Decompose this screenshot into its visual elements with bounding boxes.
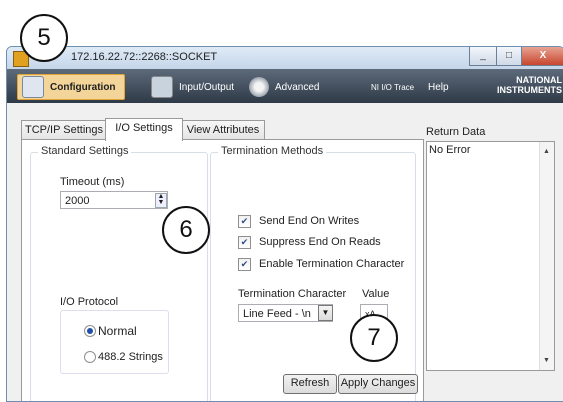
- radio-normal[interactable]: [84, 325, 96, 337]
- tab-view-attributes[interactable]: View Attributes: [181, 120, 265, 140]
- io-protocol-group: [60, 310, 169, 374]
- help-button[interactable]: Help: [428, 76, 449, 98]
- callout-6: 6: [162, 206, 210, 254]
- radio-488-strings[interactable]: [84, 351, 96, 363]
- ni-logo: NATIONAL INSTRUMENTS: [497, 75, 562, 95]
- scroll-down-icon[interactable]: ▼: [543, 357, 550, 364]
- ni-io-trace-label: NI I/O Trace: [371, 82, 415, 92]
- input-output-label: Input/Output: [179, 81, 235, 93]
- input-output-button[interactable]: Input/Output: [151, 76, 234, 98]
- callout-5: 5: [20, 14, 68, 62]
- advanced-label: Advanced: [275, 81, 320, 93]
- timeout-spinner[interactable]: ▲ ▼: [155, 193, 167, 208]
- termination-methods-title: Termination Methods: [218, 145, 327, 157]
- return-data-label: Return Data: [426, 126, 486, 138]
- enable-term-char-label: Enable Termination Character: [259, 258, 405, 270]
- advanced-button[interactable]: Advanced: [249, 76, 319, 98]
- return-data-box[interactable]: No Error ▲ ▼: [426, 141, 555, 371]
- return-data-value: No Error: [429, 144, 471, 156]
- monitor-icon: [151, 76, 173, 98]
- configuration-label: Configuration: [50, 81, 116, 93]
- toolbar: Configuration Input/Output Advanced NI I…: [7, 69, 563, 103]
- enable-term-char-checkbox[interactable]: ✔: [238, 258, 251, 271]
- help-label: Help: [428, 81, 449, 93]
- minimize-button[interactable]: _: [469, 47, 497, 66]
- callout-7: 7: [350, 314, 398, 362]
- send-end-label: Send End On Writes: [259, 215, 360, 227]
- title-bar: 172.16.22.72::2268::SOCKET _ □ X: [7, 47, 563, 69]
- tab-tcpip-settings[interactable]: TCP/IP Settings: [21, 120, 107, 140]
- refresh-button[interactable]: Refresh: [283, 374, 337, 394]
- tab-io-settings[interactable]: I/O Settings: [105, 118, 183, 141]
- ni-logo-line2: INSTRUMENTS: [497, 85, 562, 95]
- ni-io-trace-button[interactable]: NI I/O Trace: [371, 76, 414, 98]
- io-protocol-label: I/O Protocol: [60, 296, 119, 308]
- scroll-up-icon[interactable]: ▲: [543, 148, 550, 155]
- window-title: 172.16.22.72::2268::SOCKET: [71, 51, 218, 63]
- timeout-label: Timeout (ms): [60, 176, 125, 188]
- standard-settings-title: Standard Settings: [38, 145, 132, 157]
- radio-488-strings-label: 488.2 Strings: [98, 351, 163, 363]
- timeout-input[interactable]: 2000: [60, 191, 168, 209]
- configuration-icon: [22, 76, 44, 98]
- configuration-button[interactable]: Configuration: [17, 74, 125, 100]
- radio-normal-label: Normal: [98, 324, 137, 338]
- maximize-button[interactable]: □: [496, 47, 522, 66]
- termination-methods-group: [210, 152, 416, 401]
- visa-window: 172.16.22.72::2268::SOCKET _ □ X Configu…: [6, 46, 563, 402]
- io-settings-panel: Standard Settings Timeout (ms) 2000 ▲ ▼ I…: [21, 139, 424, 401]
- apply-changes-button[interactable]: Apply Changes: [338, 374, 418, 394]
- term-char-label: Termination Character: [238, 288, 347, 300]
- gear-icon: [249, 77, 269, 97]
- suppress-end-checkbox[interactable]: ✔: [238, 236, 251, 249]
- chevron-down-icon[interactable]: ▼: [318, 305, 333, 321]
- send-end-checkbox[interactable]: ✔: [238, 215, 251, 228]
- ni-logo-line1: NATIONAL: [516, 75, 562, 85]
- return-data-scrollbar[interactable]: ▲ ▼: [539, 142, 554, 370]
- value-label: Value: [362, 288, 390, 300]
- close-button[interactable]: X: [521, 47, 563, 66]
- suppress-end-label: Suppress End On Reads: [259, 236, 381, 248]
